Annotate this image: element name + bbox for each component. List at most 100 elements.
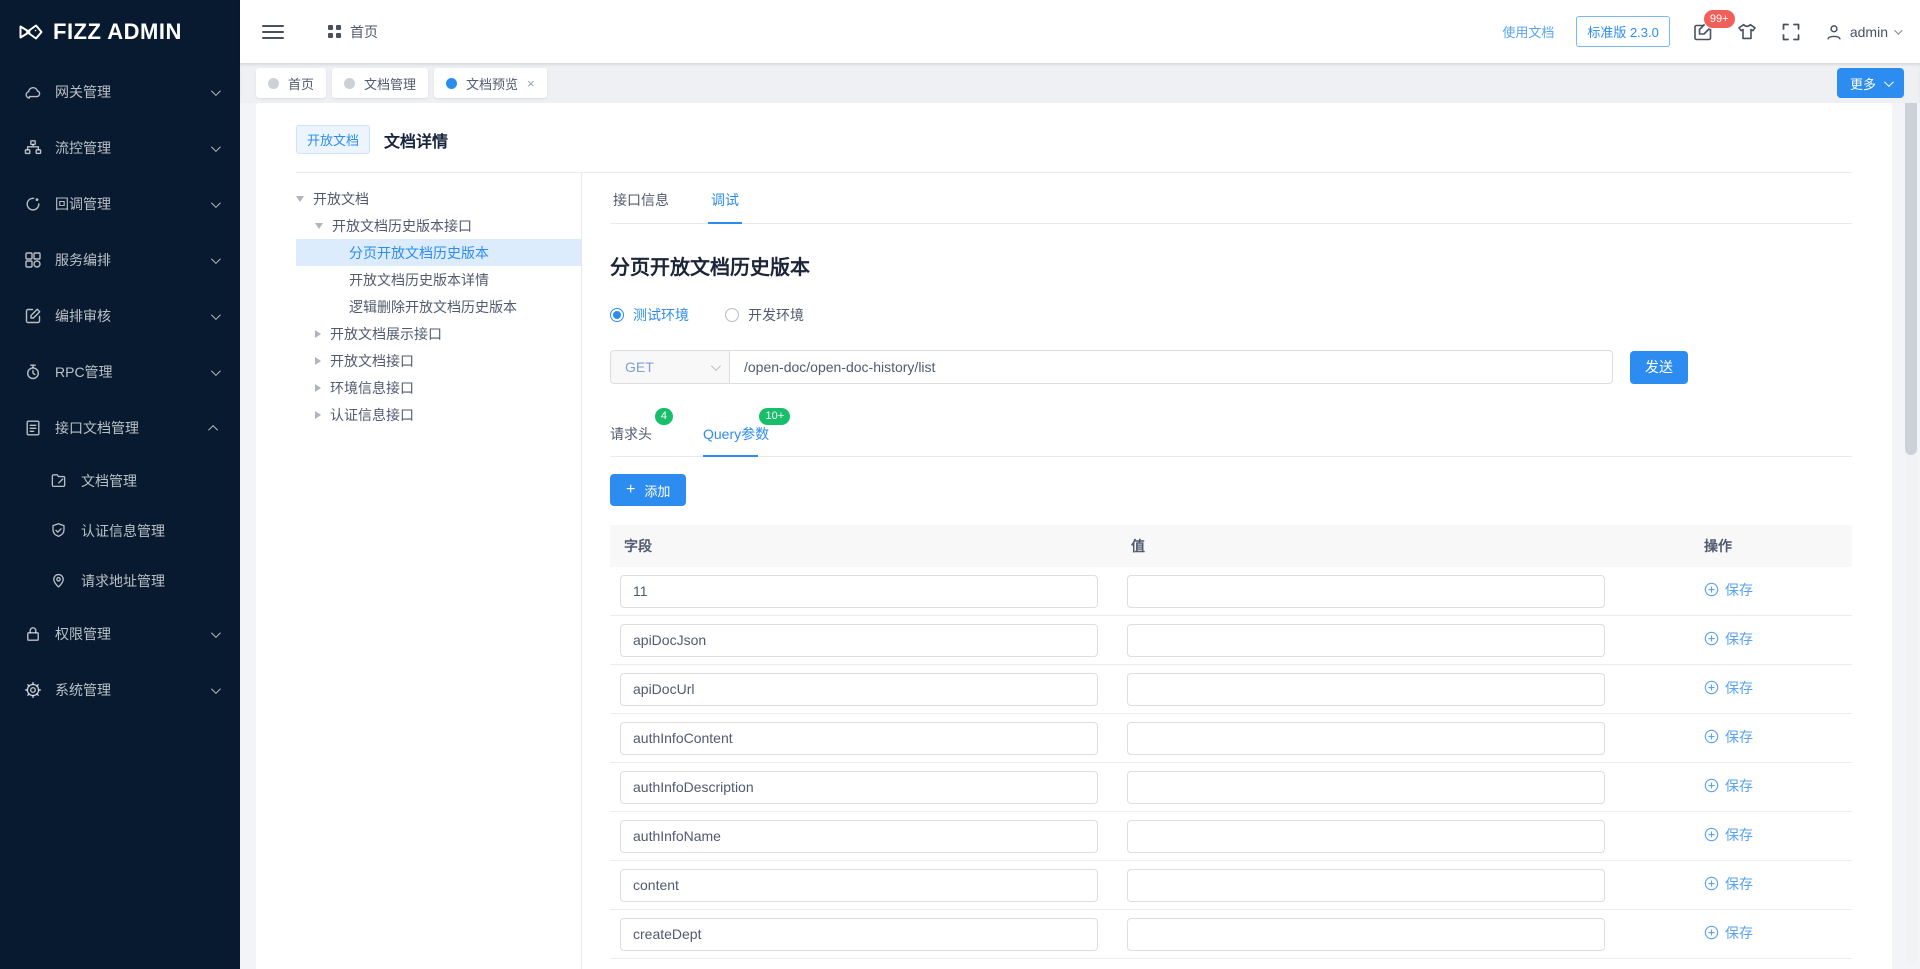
field-input[interactable] <box>620 820 1098 853</box>
param-tab[interactable]: Query参数 10+ <box>703 409 772 456</box>
param-table-row: 保存 <box>610 714 1852 763</box>
chevron-down-icon <box>211 628 221 638</box>
value-input[interactable] <box>1127 722 1605 755</box>
chevron-down-icon <box>211 254 221 264</box>
tab-list: 首页 文档管理 文档预览 × <box>256 68 553 98</box>
save-button-label: 保存 <box>1725 923 1753 943</box>
save-button[interactable]: 保存 <box>1704 776 1753 796</box>
tree-node[interactable]: 环境信息接口 <box>296 374 581 401</box>
sidebar: FIZZ ADMIN 网关管理 流控管理 回调管理 服务编排 编排审核 RPC管… <box>0 0 240 969</box>
tree-node[interactable]: 认证信息接口 <box>296 401 581 428</box>
value-input[interactable] <box>1127 771 1605 804</box>
method-select[interactable]: GET <box>610 350 730 384</box>
scrollbar-thumb[interactable] <box>1905 92 1917 455</box>
fullscreen-button[interactable] <box>1780 21 1802 43</box>
save-button-label: 保存 <box>1725 580 1753 600</box>
hamburger-menu-icon[interactable] <box>262 21 284 43</box>
save-button[interactable]: 保存 <box>1704 678 1753 698</box>
value-input[interactable] <box>1127 624 1605 657</box>
tree-node[interactable]: 开放文档接口 <box>296 347 581 374</box>
field-input[interactable] <box>620 722 1098 755</box>
tab-status-dot <box>446 78 457 89</box>
chevron-down-icon <box>1884 77 1894 87</box>
save-button[interactable]: 保存 <box>1704 727 1753 747</box>
field-input[interactable] <box>620 869 1098 902</box>
save-button[interactable]: 保存 <box>1704 923 1753 943</box>
sidebar-subitem[interactable]: 认证信息管理 <box>0 506 240 556</box>
lock-icon <box>24 625 42 643</box>
field-input[interactable] <box>620 918 1098 951</box>
sidebar-subitem[interactable]: 文档管理 <box>0 456 240 506</box>
version-button[interactable]: 标准版 2.3.0 <box>1576 16 1670 47</box>
sidebar-item[interactable]: 流控管理 <box>0 120 240 176</box>
radio-icon <box>610 308 624 322</box>
column-header-action: 操作 <box>1624 536 1852 556</box>
field-input[interactable] <box>620 624 1098 657</box>
chevron-down-icon <box>211 366 221 376</box>
sidebar-item[interactable]: RPC管理 <box>0 344 240 400</box>
user-menu[interactable]: admin <box>1824 22 1900 42</box>
environment-radios: 测试环境 开发环境 <box>610 305 1852 325</box>
save-button[interactable]: 保存 <box>1704 580 1753 600</box>
count-badge: 4 <box>655 408 673 425</box>
sidebar-item-label: 权限管理 <box>55 624 111 644</box>
sidebar-item[interactable]: 服务编排 <box>0 232 240 288</box>
tree-node[interactable]: 开放文档历史版本详情 <box>296 266 581 293</box>
debug-tool-button[interactable]: 99+ <box>1692 21 1714 43</box>
page-tab[interactable]: 首页 <box>256 68 326 98</box>
app-logo[interactable]: FIZZ ADMIN <box>0 0 240 64</box>
field-input[interactable] <box>620 673 1098 706</box>
value-input[interactable] <box>1127 673 1605 706</box>
field-input[interactable] <box>620 575 1098 608</box>
sidebar-item[interactable]: 编排审核 <box>0 288 240 344</box>
add-param-button[interactable]: + 添加 <box>610 474 686 506</box>
theme-tshirt-button[interactable] <box>1736 21 1758 43</box>
tree-node[interactable]: 开放文档展示接口 <box>296 320 581 347</box>
close-icon[interactable]: × <box>527 76 535 91</box>
page-tab[interactable]: 文档预览 × <box>434 68 547 98</box>
sidebar-item[interactable]: 回调管理 <box>0 176 240 232</box>
save-button[interactable]: 保存 <box>1704 629 1753 649</box>
sidebar-item[interactable]: 系统管理 <box>0 662 240 718</box>
breadcrumb[interactable]: 首页 <box>328 22 378 42</box>
save-button[interactable]: 保存 <box>1704 874 1753 894</box>
plus-circle-icon <box>1704 827 1719 842</box>
field-input[interactable] <box>620 771 1098 804</box>
value-input[interactable] <box>1127 869 1605 902</box>
save-button[interactable]: 保存 <box>1704 825 1753 845</box>
cloud-icon <box>24 83 42 101</box>
send-button[interactable]: 发送 <box>1630 351 1688 384</box>
app-root: FIZZ ADMIN 网关管理 流控管理 回调管理 服务编排 编排审核 RPC管… <box>0 0 1920 969</box>
sidebar-item-label: RPC管理 <box>55 362 113 382</box>
value-input[interactable] <box>1127 820 1605 853</box>
save-button-label: 保存 <box>1725 629 1753 649</box>
request-url-icon <box>50 572 68 590</box>
param-table-header: 字段 值 操作 <box>610 525 1852 567</box>
more-tabs-button[interactable]: 更多 <box>1837 68 1904 98</box>
detail-tab[interactable]: 接口信息 <box>610 179 672 223</box>
request-url-input[interactable] <box>730 350 1613 384</box>
param-table-row: 保存 <box>610 616 1852 665</box>
tree-node[interactable]: 分页开放文档历史版本 <box>296 239 581 266</box>
sidebar-subitem[interactable]: 请求地址管理 <box>0 556 240 606</box>
tree-node[interactable]: 开放文档 <box>296 185 581 212</box>
param-tab[interactable]: 请求头 4 <box>610 409 655 456</box>
username-label: admin <box>1850 24 1888 40</box>
sidebar-item[interactable]: 网关管理 <box>0 64 240 120</box>
value-input[interactable] <box>1127 575 1605 608</box>
param-tab-label: Query参数 <box>703 426 769 442</box>
sidebar-menu: 网关管理 流控管理 回调管理 服务编排 编排审核 RPC管理 接口文档管理 文档… <box>0 64 240 718</box>
sidebar-item[interactable]: 接口文档管理 <box>0 400 240 456</box>
page-title: 文档详情 <box>384 128 448 152</box>
page-tab[interactable]: 文档管理 <box>332 68 428 98</box>
tree-node[interactable]: 逻辑删除开放文档历史版本 <box>296 293 581 320</box>
doc-tag[interactable]: 开放文档 <box>296 125 370 154</box>
tree-node[interactable]: 开放文档历史版本接口 <box>296 212 581 239</box>
env-radio[interactable]: 测试环境 <box>610 305 689 325</box>
docs-link[interactable]: 使用文档 <box>1502 22 1554 41</box>
sidebar-item[interactable]: 权限管理 <box>0 606 240 662</box>
value-input[interactable] <box>1127 918 1605 951</box>
detail-tab[interactable]: 调试 <box>708 179 742 223</box>
env-radio[interactable]: 开发环境 <box>725 305 804 325</box>
plus-circle-icon <box>1704 778 1719 793</box>
